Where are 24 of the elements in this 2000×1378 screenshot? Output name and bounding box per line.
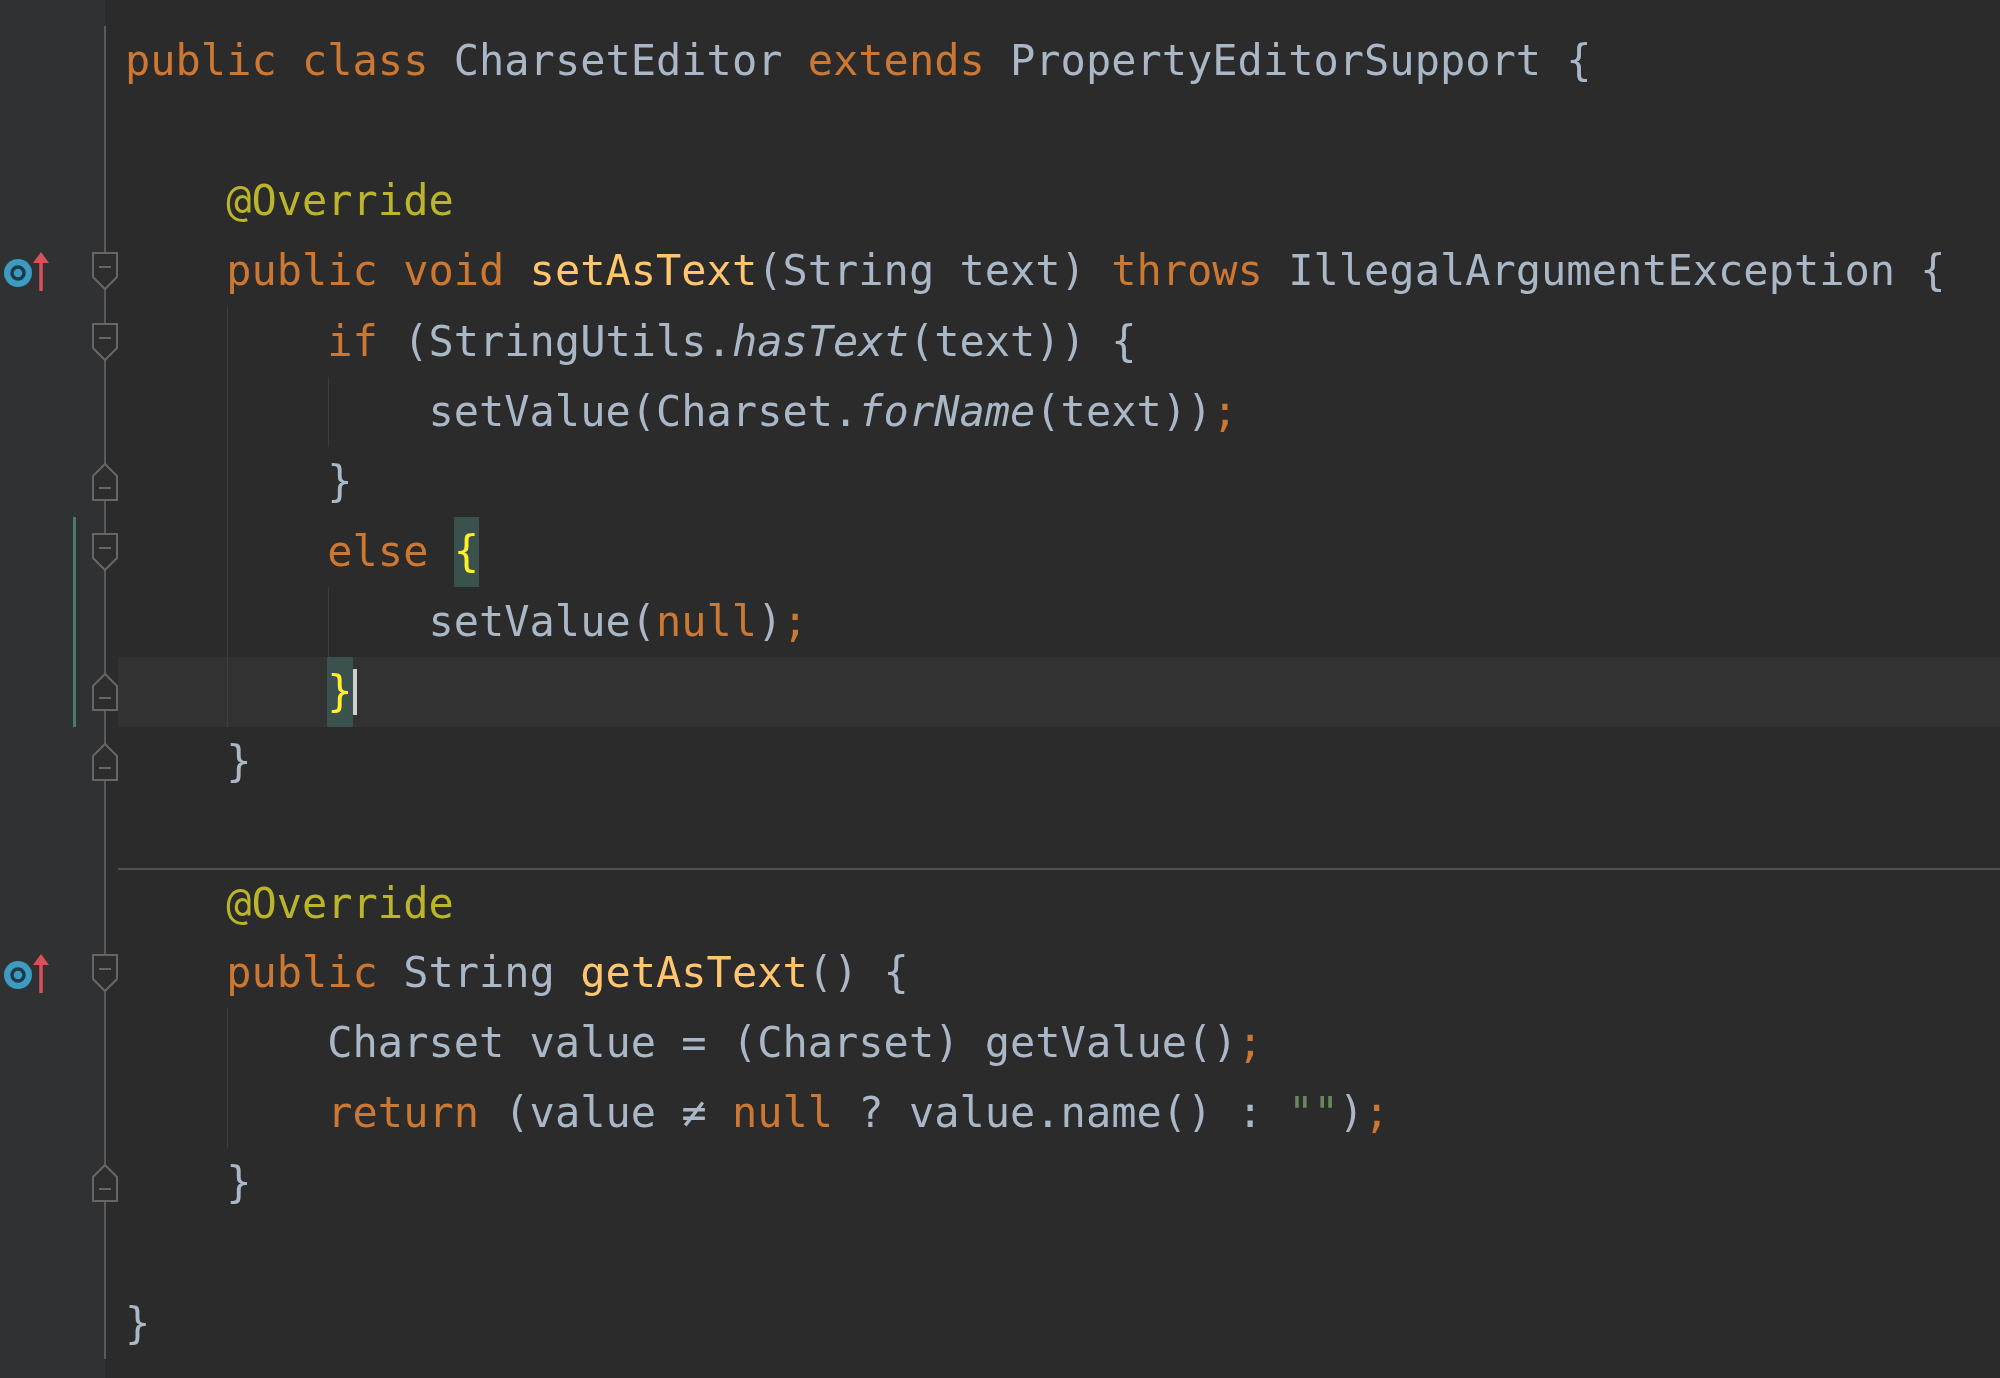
fold-marker-icon[interactable] [92, 532, 118, 573]
fold-marker-icon[interactable] [92, 251, 118, 292]
code-line: public class CharsetEditor extends PropertyEditorSupport { [125, 35, 1592, 88]
code-line: return (value ≠ null ? value.name() : ""); [326, 1087, 1390, 1140]
code-line: else { [125, 517, 480, 588]
code-line: } [225, 736, 252, 789]
code-line: setValue(null); [427, 596, 808, 649]
code-line: @Override [225, 877, 454, 930]
fold-marker-icon[interactable] [92, 1163, 118, 1204]
code-line: public void setAsText(String text) throws IllegalArgumentException { [225, 245, 1946, 298]
code-line: } [125, 657, 357, 728]
code-line: Charset value = (Charset) getValue(); [326, 1017, 1263, 1070]
code-line: } [225, 1157, 252, 1210]
code-line: setValue(Charset.forName(text)); [427, 385, 1238, 438]
fold-marker-icon[interactable] [92, 742, 118, 783]
code-line: public String getAsText() { [225, 946, 909, 999]
fold-marker-icon[interactable] [92, 461, 118, 502]
fold-marker-icon[interactable] [92, 321, 118, 362]
fold-marker-icon[interactable] [92, 952, 118, 993]
code-line: if (StringUtils.hasText(text)) { [326, 315, 1137, 368]
fold-marker-icon[interactable] [92, 672, 118, 713]
code-line: } [125, 1297, 151, 1350]
code-line: @Override [225, 175, 454, 228]
code-line: } [326, 455, 353, 508]
